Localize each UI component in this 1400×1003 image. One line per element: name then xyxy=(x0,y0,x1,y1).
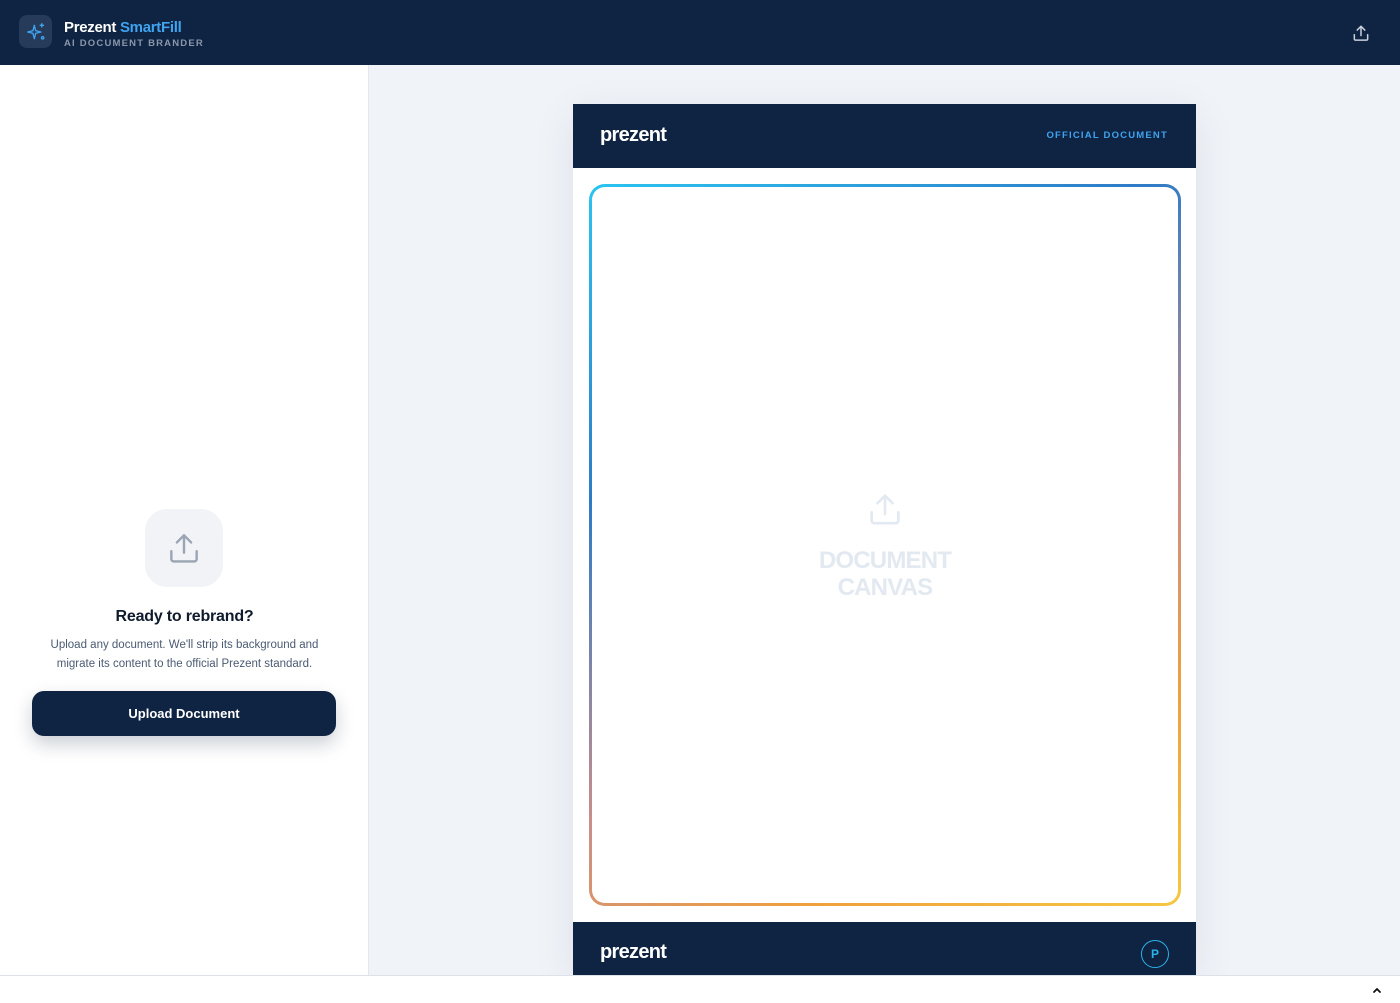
sparkles-icon xyxy=(26,22,45,40)
document-preview: prezent OFFICIAL DOCUMENT DOCUMENT CANVA… xyxy=(573,104,1196,975)
sidebar: Ready to rebrand? Upload any document. W… xyxy=(0,65,369,975)
document-header-logo: prezent xyxy=(600,124,667,146)
brand: Prezent SmartFill AI DOCUMENT BRANDER xyxy=(64,19,204,50)
official-document-tag: OFFICIAL DOCUMENT xyxy=(1046,130,1168,141)
export-button[interactable] xyxy=(1346,18,1376,48)
bottom-bar xyxy=(0,975,1400,1003)
document-canvas[interactable]: DOCUMENT CANVAS xyxy=(589,184,1181,906)
sidebar-description: Upload any document. We'll strip its bac… xyxy=(50,639,319,670)
upload-icon xyxy=(170,534,198,563)
document-footer: prezent P xyxy=(573,922,1196,975)
upload-tile[interactable] xyxy=(145,509,223,587)
chevron-up-icon[interactable] xyxy=(1370,984,1384,996)
app-subtitle: AI DOCUMENT BRANDER xyxy=(64,38,204,49)
document-footer-logo: prezent xyxy=(600,941,667,963)
sidebar-heading: Ready to rebrand? xyxy=(115,608,254,625)
canvas-label-line2: CANVAS xyxy=(837,574,934,601)
app-logo xyxy=(19,15,52,48)
canvas-inner: DOCUMENT CANVAS xyxy=(592,187,1178,903)
canvas-label-line1: DOCUMENT xyxy=(818,547,952,574)
footer-badge: P xyxy=(1141,940,1169,968)
canvas-placeholder-label: DOCUMENT CANVAS xyxy=(592,547,1178,601)
product-name: SmartFill xyxy=(119,19,182,36)
upload-icon xyxy=(870,494,900,525)
app-title: Prezent SmartFill xyxy=(64,19,204,36)
upload-document-button[interactable]: Upload Document xyxy=(32,691,336,736)
top-bar: Prezent SmartFill AI DOCUMENT BRANDER xyxy=(0,0,1400,65)
upload-icon xyxy=(1353,25,1369,41)
document-header: prezent OFFICIAL DOCUMENT xyxy=(573,104,1196,168)
app-name: Prezent xyxy=(64,19,117,36)
